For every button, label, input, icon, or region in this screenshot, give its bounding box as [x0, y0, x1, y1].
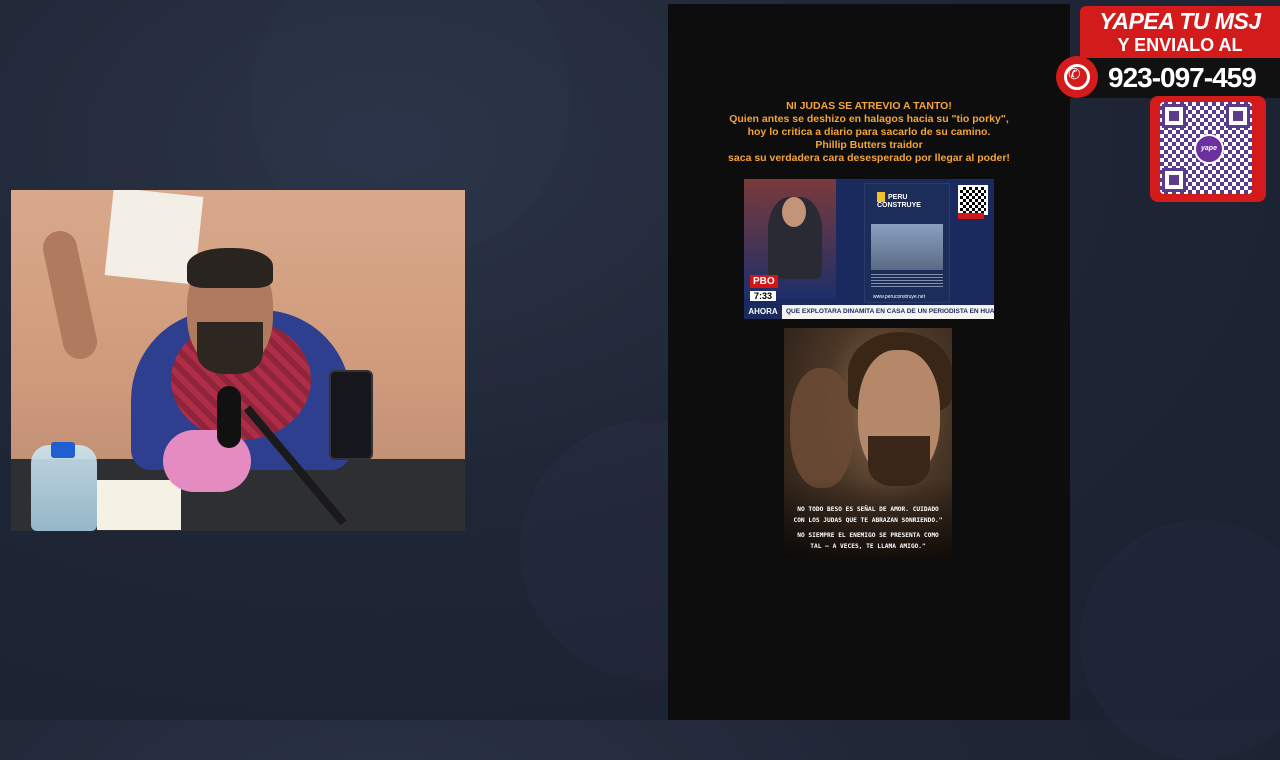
- promo-title: YAPEA TU MSJ: [1099, 8, 1261, 34]
- promo-banner: YAPEA TU MSJ Y ENVIALO AL: [1080, 6, 1280, 62]
- microphone: [217, 386, 241, 448]
- headline-line: NI JUDAS SE ATREVIO A TANTO!: [786, 100, 952, 112]
- qr-finder: [1162, 168, 1186, 192]
- center-panel: NI JUDAS SE ATREVIO A TANTO! Quien antes…: [668, 4, 1070, 720]
- news-time: 7:33: [750, 291, 777, 301]
- ad-building-photo: [871, 224, 943, 270]
- news-ad-panel: PERU CONSTRUYE www.peruconstruye.net: [864, 183, 950, 303]
- figure-left: [790, 368, 854, 488]
- yape-logo: yape: [1194, 134, 1224, 164]
- quote-line: TAL — A VECES, TE LLAMA AMIGO.": [810, 543, 926, 550]
- quote-image: NO TODO BESO ES SEÑAL DE AMOR. CUIDADO C…: [784, 328, 952, 558]
- channel-logo: PBO: [750, 275, 778, 288]
- quote-line: CON LOS JUDAS QUE TE ABRAZAN SONRIENDO.": [793, 517, 943, 524]
- phone-number: 923-097-459: [1108, 62, 1257, 93]
- news-anchor-face: [782, 197, 806, 227]
- ticker-text: QUE EXPLOTARA DINAMITA EN CASA DE UN PER…: [786, 308, 994, 315]
- ad-fine-print: [871, 274, 943, 288]
- ad-brand: PERU CONSTRUYE: [877, 192, 949, 210]
- quote-line: NO SIEMPRE EL ENEMIGO SE PRESENTA COMO: [797, 532, 939, 539]
- ticker-label: AHORA: [744, 305, 782, 319]
- webcam-video: [11, 190, 465, 531]
- brand-mark-icon: [877, 192, 885, 202]
- streamer-beard: [197, 322, 263, 374]
- news-qr-icon: [958, 185, 988, 215]
- qr-finder: [1226, 104, 1250, 128]
- promo-subtitle: Y ENVIALO AL: [1117, 35, 1243, 55]
- news-screenshot: PERU CONSTRUYE www.peruconstruye.net PBO…: [744, 179, 994, 319]
- phone-on-stand: [329, 370, 373, 460]
- qr-finder: [1162, 104, 1186, 128]
- notepad: [97, 480, 181, 530]
- whatsapp-icon: [1056, 56, 1098, 98]
- streamer-arm: [39, 227, 101, 363]
- qr-code: yape: [1160, 102, 1252, 194]
- background-decoration: [1080, 520, 1280, 760]
- quote-line: NO TODO BESO ES SEÑAL DE AMOR. CUIDADO: [797, 506, 939, 513]
- quote-text: NO TODO BESO ES SEÑAL DE AMOR. CUIDADO C…: [784, 504, 952, 552]
- headline-line: hoy lo critica a diario para sacarlo de …: [747, 126, 991, 138]
- headline-line: Quien antes se deshizo en halagos hacia …: [729, 113, 1009, 125]
- phone-bar: 923-097-459: [1066, 58, 1280, 98]
- donation-promo: YAPEA TU MSJ Y ENVIALO AL 923-097-459 ya…: [1056, 6, 1280, 206]
- bottle-cap: [51, 442, 75, 458]
- qr-frame: yape: [1150, 96, 1266, 202]
- live-badge: [958, 213, 984, 219]
- headline-text: NI JUDAS SE ATREVIO A TANTO! Quien antes…: [728, 100, 1010, 165]
- headline-line: Phillip Butters traidor: [815, 139, 923, 151]
- ad-url: www.peruconstruye.net: [873, 294, 925, 300]
- streamer-hair: [187, 248, 273, 288]
- news-ticker: AHORA QUE EXPLOTARA DINAMITA EN CASA DE …: [744, 305, 994, 319]
- headline-line: saca su verdadera cara desesperado por l…: [728, 152, 1010, 164]
